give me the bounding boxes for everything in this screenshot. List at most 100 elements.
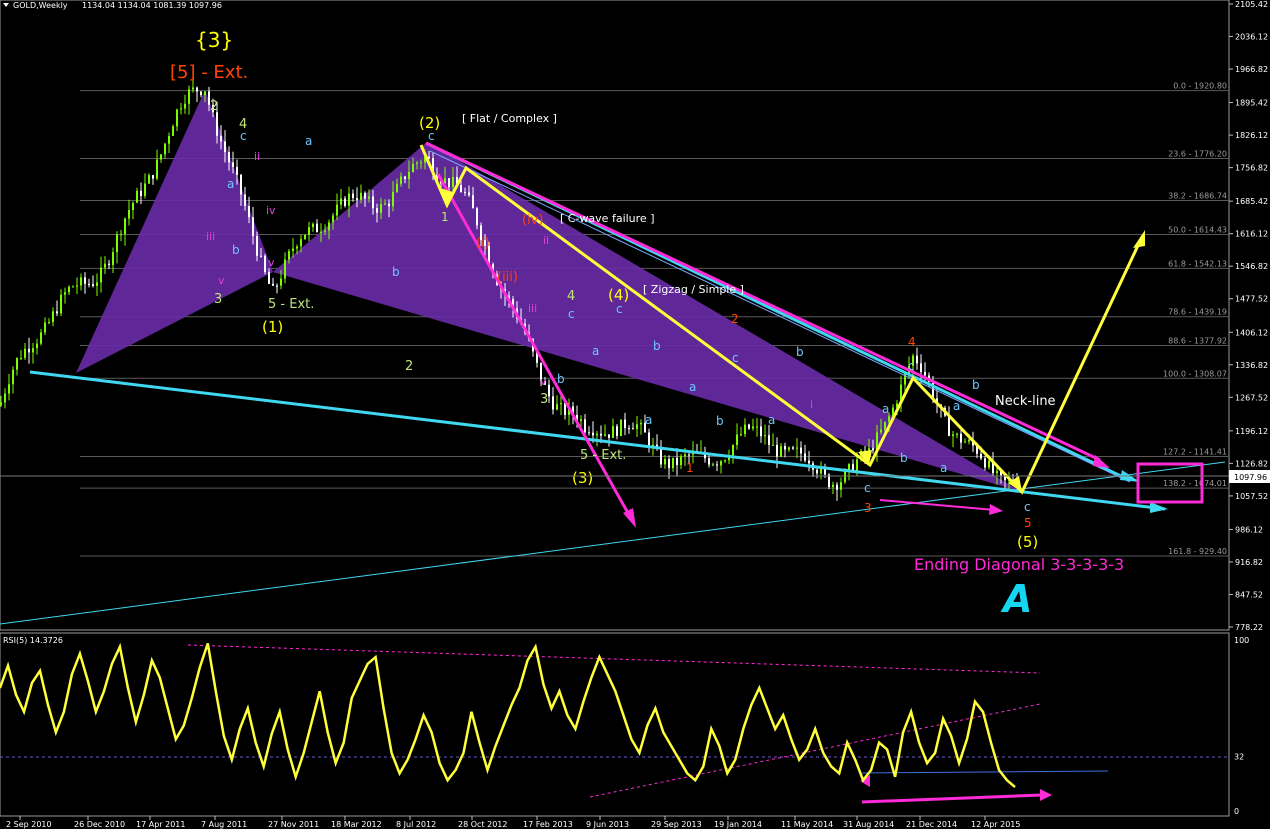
candle-body — [276, 285, 278, 287]
minor-label-v: v — [268, 256, 275, 269]
candle-body — [872, 448, 874, 451]
price-tick-label: 1756.82 — [1235, 164, 1268, 173]
minor-label-b4: b — [653, 339, 661, 353]
candle-body — [28, 348, 30, 353]
candle-body — [788, 447, 790, 450]
subwave-iii-label: (iii) — [497, 270, 518, 285]
candle-body — [184, 103, 186, 109]
primary-5-ext-label: [5] - Ext. — [170, 62, 248, 83]
rsi-tick-label: 0 — [1234, 807, 1239, 816]
candle-body — [680, 456, 682, 466]
minor-label-red-3: 3 — [864, 501, 872, 515]
candle-body — [232, 162, 234, 168]
flat-complex-note: [ Flat / Complex ] — [462, 112, 557, 125]
minor-label-iv: iv — [266, 204, 276, 217]
minor-label-b1: b — [232, 243, 240, 257]
candle-body — [320, 231, 322, 233]
candle-body — [352, 193, 354, 199]
candle-body — [364, 192, 366, 199]
price-tick-label: 986.12 — [1235, 525, 1263, 534]
candle-body — [816, 469, 818, 474]
minor-label-red-1: 1 — [686, 461, 694, 475]
time-tick-label: 9 Jun 2013 — [586, 820, 629, 829]
candle-body — [468, 192, 470, 196]
candle-body — [100, 267, 102, 283]
candle-body — [168, 135, 170, 144]
candle-body — [400, 176, 402, 184]
candle-body — [736, 434, 738, 446]
candle-body — [172, 126, 174, 136]
candle-body — [312, 223, 314, 228]
candle-body — [288, 251, 290, 260]
candle-body — [144, 183, 146, 196]
candle-body — [620, 419, 622, 436]
candle-body — [368, 196, 370, 199]
zigzag-simple-note: [ Zigzag / Simple ] — [643, 283, 744, 296]
fib-level-label: 138.2 - 1074.01 — [1163, 479, 1227, 488]
candle-body — [732, 445, 734, 457]
candle-body — [188, 89, 190, 104]
candle-body — [688, 454, 690, 456]
candle-body — [372, 196, 374, 209]
candle-body — [948, 415, 950, 436]
ending-diagonal-note: Ending Diagonal 3-3-3-3-3 — [914, 555, 1124, 574]
candle-body — [840, 482, 842, 490]
price-tick-label: 778.22 — [1235, 623, 1263, 632]
candle-body — [104, 263, 106, 268]
candle-body — [768, 435, 770, 445]
candle-body — [280, 278, 282, 286]
candle-body — [64, 292, 66, 295]
price-tick-label: 1546.82 — [1235, 262, 1268, 271]
candle-body — [88, 283, 90, 285]
candle-body — [636, 424, 638, 429]
candle-body — [772, 444, 774, 446]
candle-body — [448, 178, 450, 188]
candle-body — [200, 91, 202, 96]
minor-label-a1: a — [227, 177, 234, 191]
candle-body — [716, 464, 718, 466]
candle-body — [452, 176, 454, 188]
minor-label-2: 2 — [210, 99, 218, 114]
candle-body — [648, 432, 650, 447]
candle-body — [72, 286, 74, 288]
time-tick-label: 17 Feb 2013 — [523, 820, 573, 829]
candle-body — [924, 371, 926, 376]
candle-body — [668, 458, 670, 469]
price-tick-label: 916.82 — [1235, 558, 1263, 567]
gold-weekly-chart: GOLD,Weekly 1134.04 1134.04 1081.39 1097… — [0, 0, 1270, 829]
price-tick-label: 1895.42 — [1235, 99, 1268, 108]
candle-body — [796, 447, 798, 449]
candle-body — [580, 419, 582, 422]
candle-body — [776, 444, 778, 457]
candle-body — [20, 357, 22, 359]
candle-body — [380, 203, 382, 213]
ohlc-label: 1134.04 1134.04 1081.39 1097.96 — [82, 1, 222, 10]
candle-body — [664, 458, 666, 465]
candle-body — [356, 198, 358, 200]
time-tick-label: 18 Mar 2012 — [331, 820, 382, 829]
minor-label-red-5: 5 — [1024, 516, 1032, 530]
candle-body — [624, 419, 626, 429]
symbol-label: GOLD,Weekly — [13, 1, 68, 10]
candle-body — [268, 272, 270, 284]
time-tick-label: 29 Sep 2013 — [651, 820, 702, 829]
candle-body — [40, 332, 42, 344]
candle-body — [272, 283, 274, 286]
minor-label-ii2: ii — [543, 234, 549, 247]
minor-label-c6: c — [864, 481, 871, 495]
candle-body — [708, 458, 710, 465]
candle-body — [156, 159, 158, 179]
price-tick-label: 1685.42 — [1235, 197, 1268, 206]
candle-body — [332, 215, 334, 223]
minor-label-3b: 3 — [540, 392, 548, 407]
primary-wave-3-label: {3} — [195, 28, 233, 52]
candle-body — [108, 263, 110, 265]
candle-body — [660, 448, 662, 465]
candle-body — [152, 175, 154, 179]
candle-body — [344, 198, 346, 206]
candle-body — [112, 252, 114, 265]
candle-body — [608, 434, 610, 438]
price-tick-label: 1196.12 — [1235, 427, 1268, 436]
candle-body — [128, 209, 130, 219]
candle-body — [252, 217, 254, 236]
